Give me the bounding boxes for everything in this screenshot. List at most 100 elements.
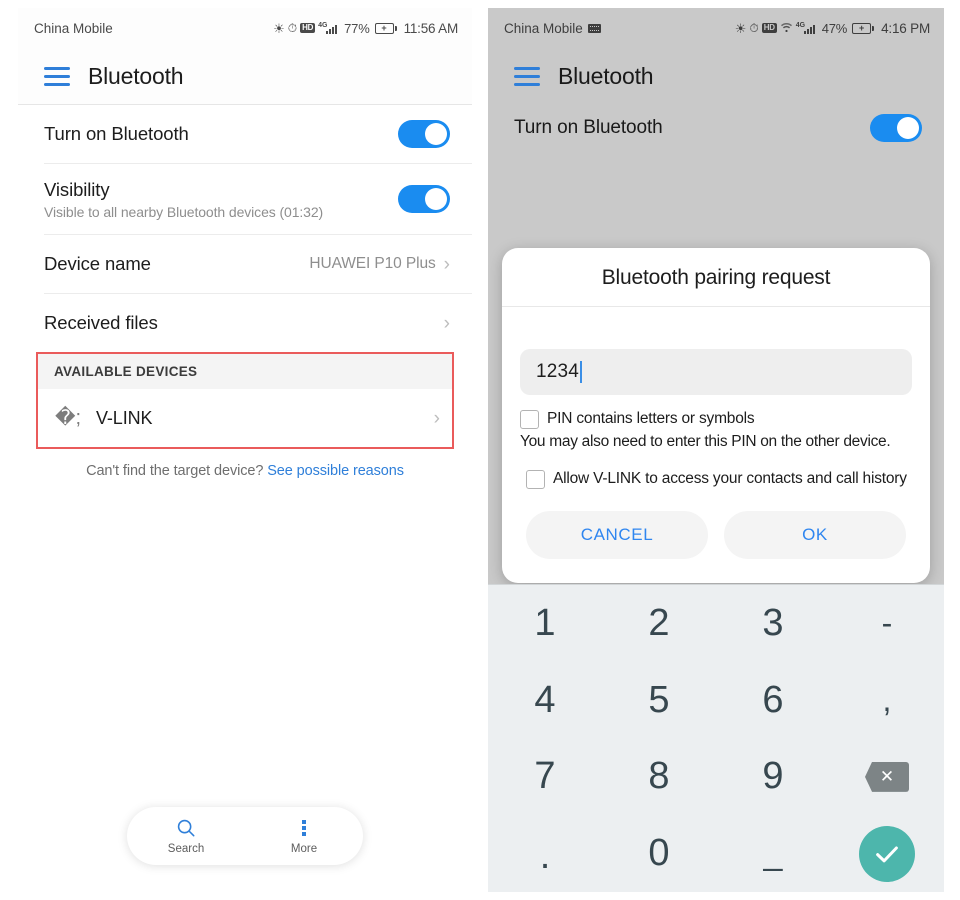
hamburger-menu-icon[interactable]: [44, 66, 70, 86]
row-visibility[interactable]: Visibility Visible to all nearby Bluetoo…: [18, 164, 472, 234]
battery-icon: +: [374, 22, 397, 34]
available-devices-highlight-box: AVAILABLE DEVICES �; V-LINK ›: [36, 352, 454, 449]
backspace-icon: ✕: [865, 761, 909, 792]
right-content: Turn on Bluetooth Bluetooth pairing requ…: [488, 104, 944, 892]
allow-contacts-label: Allow V-LINK to access your contacts and…: [553, 470, 907, 487]
row-turn-on-bluetooth[interactable]: Turn on Bluetooth: [18, 105, 472, 163]
search-icon: [127, 817, 245, 839]
pin-input-value: 1234: [536, 361, 580, 382]
left-content: Turn on Bluetooth Visibility Visible to …: [18, 105, 472, 892]
right-carrier-label: China Mobile: [504, 20, 583, 36]
key-1[interactable]: 1: [488, 585, 602, 662]
bluetooth-pairing-dialog: Bluetooth pairing request 1234 PIN conta…: [502, 248, 930, 583]
key-2[interactable]: 2: [602, 585, 716, 662]
chevron-right-icon: ›: [443, 253, 450, 275]
network-type-label: 4G: [795, 21, 806, 29]
see-possible-reasons-link[interactable]: See possible reasons: [267, 463, 404, 479]
pin-symbols-checkbox[interactable]: [520, 410, 539, 429]
left-carrier: China Mobile: [34, 21, 113, 36]
turn-on-bluetooth-toggle: [870, 114, 922, 142]
key-3[interactable]: 3: [716, 585, 830, 662]
list-item-device[interactable]: �; V-LINK ›: [38, 389, 452, 447]
pin-input[interactable]: 1234: [520, 349, 912, 395]
screenshot-root: China Mobile ☀︎ ⏱ HD 4G 77% + 11:56 AM B…: [0, 0, 960, 900]
dock-search-label: Search: [167, 843, 205, 855]
chevron-right-icon: ›: [443, 312, 450, 334]
key-comma[interactable]: ,: [830, 662, 944, 739]
visibility-toggle[interactable]: [398, 185, 450, 213]
dialog-body: 1234 PIN contains letters or symbols You…: [502, 349, 930, 583]
turn-on-bluetooth-label: Turn on Bluetooth: [44, 123, 189, 144]
ok-button[interactable]: OK: [724, 511, 906, 559]
pin-symbols-label: PIN contains letters or symbols: [547, 410, 755, 427]
key-7[interactable]: 7: [488, 739, 602, 816]
visibility-label: Visibility: [44, 178, 110, 200]
key-5[interactable]: 5: [602, 662, 716, 739]
turn-on-bluetooth-text: Turn on Bluetooth: [514, 117, 870, 139]
left-status-bar: China Mobile ☀︎ ⏱ HD 4G 77% + 11:56 AM: [18, 8, 472, 48]
allow-contacts-checkbox[interactable]: [526, 470, 545, 489]
clock-label: 11:56 AM: [403, 20, 459, 36]
hamburger-menu-icon[interactable]: [514, 66, 540, 86]
text-cursor: [580, 361, 583, 383]
backspace-key[interactable]: ✕: [830, 739, 944, 816]
dialog-title-divider: [502, 306, 930, 307]
right-status-icons: ☀︎ ⏱ HD 4G 47% + 4:16 PM: [734, 20, 931, 36]
right-phone-screen: China Mobile ☀︎ ⏱ HD 4G 47% + 4:16 PM Bl…: [488, 8, 944, 892]
numeric-keypad: 1 2 3 - 4 5 6 , 7 8 9 ✕ . 0 _: [488, 584, 944, 892]
alarm-icon: ⏱: [749, 21, 759, 35]
key-6[interactable]: 6: [716, 662, 830, 739]
turn-on-bluetooth-label: Turn on Bluetooth: [514, 117, 663, 138]
wifi-icon: [780, 22, 793, 35]
left-app-bar: Bluetooth: [18, 48, 472, 104]
more-vertical-icon: [245, 817, 363, 839]
signal-bars-icon: 4G: [318, 21, 340, 34]
chevron-right-icon: ›: [433, 407, 440, 429]
bluetooth-icon: ☀︎: [273, 20, 285, 36]
page-title: Bluetooth: [558, 62, 654, 89]
key-4[interactable]: 4: [488, 662, 602, 739]
visibility-subtitle: Visible to all nearby Bluetooth devices …: [44, 203, 324, 220]
left-phone-screen: China Mobile ☀︎ ⏱ HD 4G 77% + 11:56 AM B…: [18, 8, 472, 892]
key-hyphen[interactable]: -: [830, 585, 944, 662]
dock-item-search[interactable]: Search: [127, 817, 245, 855]
checkbox-row-allow-contacts[interactable]: Allow V-LINK to access your contacts and…: [520, 469, 912, 489]
right-app-bar: Bluetooth: [488, 48, 944, 104]
turn-on-bluetooth-text: Turn on Bluetooth: [44, 123, 398, 145]
device-name-value: HUAWEI P10 Plus: [309, 255, 436, 272]
cancel-button[interactable]: CANCEL: [526, 511, 708, 559]
key-underscore[interactable]: _: [716, 815, 830, 892]
bottom-action-dock: Search More: [127, 807, 363, 865]
dock-more-label: More: [290, 843, 318, 855]
keyboard-icon: [587, 23, 601, 33]
page-title: Bluetooth: [88, 62, 184, 89]
received-files-text: Received files: [44, 312, 444, 334]
row-turn-on-bluetooth-background: Turn on Bluetooth: [488, 104, 944, 152]
key-0[interactable]: 0: [602, 815, 716, 892]
bluetooth-icon: ☀︎: [734, 20, 747, 36]
device-label: V-LINK: [96, 407, 153, 428]
pin-note: You may also need to enter this PIN on t…: [520, 433, 891, 450]
battery-percent-label: 77%: [344, 20, 370, 36]
available-devices-header: AVAILABLE DEVICES: [38, 354, 452, 389]
key-period[interactable]: .: [488, 815, 602, 892]
enter-key[interactable]: [830, 815, 944, 892]
network-type-label: 4G: [318, 21, 328, 29]
key-9[interactable]: 9: [716, 739, 830, 816]
clock-label: 4:16 PM: [881, 20, 930, 36]
row-device-name[interactable]: Device name HUAWEI P10 Plus ›: [18, 235, 472, 293]
battery-icon: +: [852, 22, 875, 34]
dock-item-more[interactable]: More: [245, 817, 363, 855]
dialog-title: Bluetooth pairing request: [601, 266, 831, 289]
bluetooth-icon: �;: [54, 407, 82, 429]
left-carrier-label: China Mobile: [34, 20, 113, 36]
turn-on-bluetooth-toggle[interactable]: [398, 120, 450, 148]
hint-text: Can't find the target device?: [86, 463, 268, 479]
device-name-text: Device name: [44, 253, 309, 275]
right-carrier: China Mobile: [504, 21, 601, 36]
row-received-files[interactable]: Received files ›: [18, 294, 472, 352]
checkbox-row-pin-symbols[interactable]: PIN contains letters or symbols: [520, 409, 912, 429]
right-status-bar: China Mobile ☀︎ ⏱ HD 4G 47% + 4:16 PM: [488, 8, 944, 48]
left-status-icons: ☀︎ ⏱ HD 4G 77% + 11:56 AM: [273, 21, 458, 36]
key-8[interactable]: 8: [602, 739, 716, 816]
